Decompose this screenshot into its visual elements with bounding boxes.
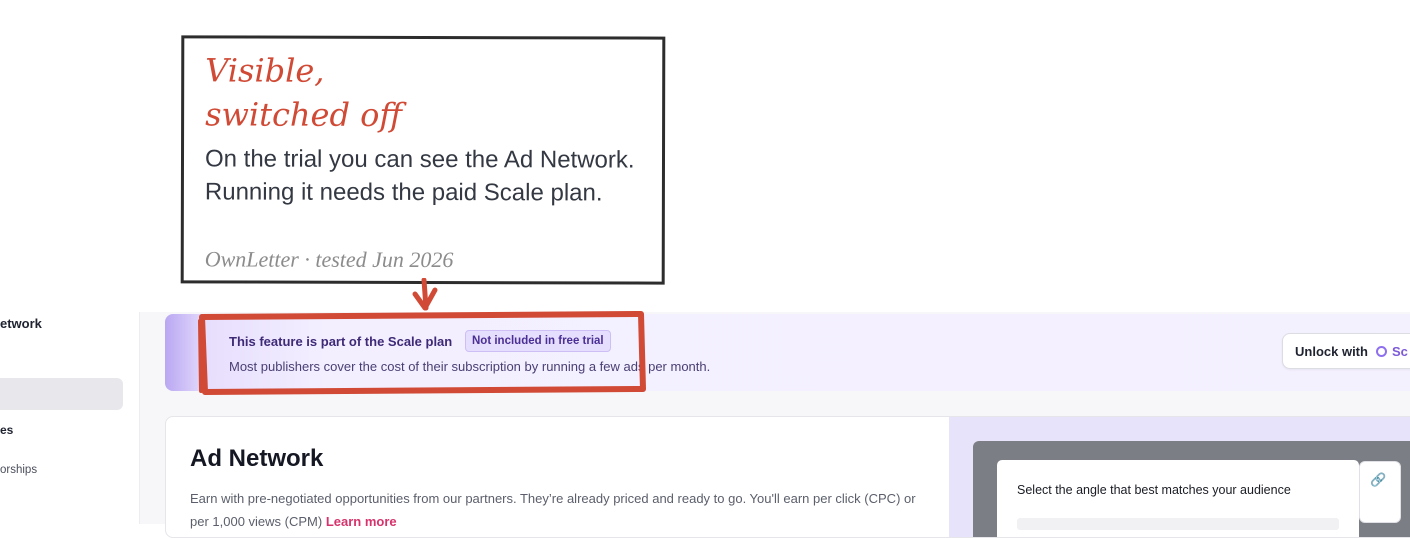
- preview-panel: Select the angle that best matches your …: [949, 417, 1410, 537]
- sidebar: etwork es orships: [0, 312, 140, 524]
- annotation-callout: Visible, switched off On the trial you c…: [180, 35, 666, 285]
- unlock-button-label: Unlock with: [1295, 343, 1368, 359]
- annotation-highlight-box: [198, 311, 646, 395]
- annotation-source: OwnLetter · tested Jun 2026: [204, 246, 454, 273]
- preview-card: Select the angle that best matches your …: [997, 460, 1359, 537]
- unlock-button[interactable]: Unlock with Sc: [1282, 333, 1410, 369]
- preview-frame: Select the angle that best matches your …: [973, 441, 1410, 537]
- sidebar-active-item[interactable]: [0, 378, 123, 410]
- annotation-headline-line2: switched off: [205, 95, 403, 134]
- card-description: Earn with pre-negotiated opportunities f…: [190, 487, 930, 533]
- preview-question: Select the angle that best matches your …: [1017, 483, 1291, 497]
- card-description-text: Earn with pre-negotiated opportunities f…: [190, 491, 916, 529]
- sidebar-item-sponsorships[interactable]: orships: [0, 464, 37, 476]
- sidebar-group-label: es: [0, 423, 14, 437]
- link-icon[interactable]: 🔗: [1370, 472, 1386, 488]
- annotation-headline-line1: Visible,: [205, 51, 325, 90]
- annotation-pointer-arrow: [412, 278, 438, 311]
- ad-network-card: Ad Network Earn with pre-negotiated oppo…: [165, 416, 1410, 538]
- learn-more-link[interactable]: Learn more: [326, 514, 397, 529]
- preview-side-panel: 🔗: [1359, 461, 1401, 523]
- plan-icon: [1375, 345, 1387, 357]
- sidebar-item-ad-network[interactable]: etwork: [0, 316, 42, 331]
- preview-option[interactable]: [1017, 518, 1339, 530]
- annotation-body: On the trial you can see the Ad Network.…: [204, 145, 635, 207]
- unlock-plan-name: Sc: [1391, 343, 1408, 359]
- page-title: Ad Network: [190, 445, 324, 472]
- annotation-headline: Visible, switched off: [205, 48, 402, 137]
